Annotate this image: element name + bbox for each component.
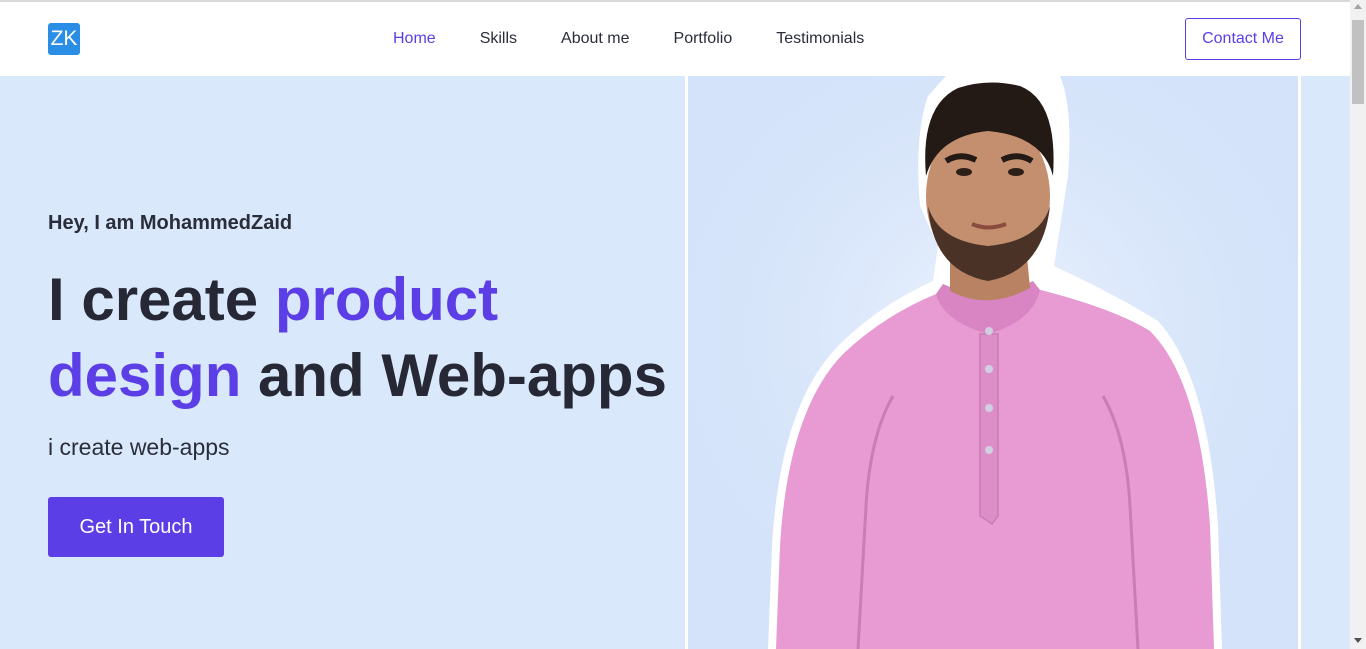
scroll-up-arrow-icon[interactable] <box>1354 4 1362 9</box>
headline-part-2: and Web-apps <box>241 342 667 409</box>
page-scrollbar[interactable] <box>1350 0 1366 649</box>
nav-links: Home Skills About me Portfolio Testimoni… <box>393 30 908 48</box>
navbar: ZK Home Skills About me Portfolio Testim… <box>0 2 1350 76</box>
scrollbar-thumb[interactable] <box>1352 20 1364 104</box>
nav-link-skills[interactable]: Skills <box>480 30 517 48</box>
portrait-illustration <box>688 76 1298 649</box>
nav-link-portfolio[interactable]: Portfolio <box>674 30 733 48</box>
nav-link-testimonials[interactable]: Testimonials <box>776 30 864 48</box>
scroll-down-arrow-icon[interactable] <box>1354 638 1362 643</box>
contact-me-button[interactable]: Contact Me <box>1185 18 1301 60</box>
hero-greeting: Hey, I am MohammedZaid <box>48 212 293 234</box>
nav-link-about-me[interactable]: About me <box>561 30 629 48</box>
get-in-touch-button[interactable]: Get In Touch <box>48 497 224 557</box>
hero-subline: i create web-apps <box>48 434 230 460</box>
hero-headline: I create product design and Web-apps <box>48 262 668 414</box>
headline-part-1: I create <box>48 266 275 333</box>
logo[interactable]: ZK <box>48 23 80 55</box>
portrait-photo <box>685 76 1301 649</box>
nav-link-home[interactable]: Home <box>393 30 436 48</box>
hero-section: Hey, I am MohammedZaid I create product … <box>0 76 1350 649</box>
